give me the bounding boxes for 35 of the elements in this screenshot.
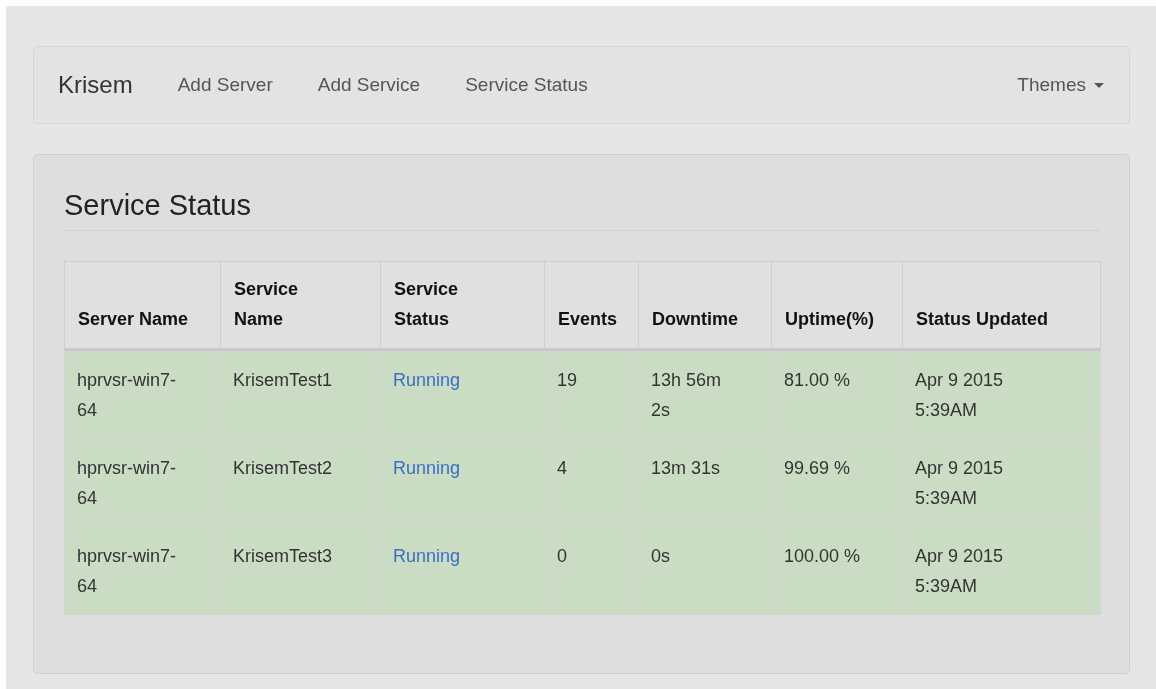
events-cell: 19 [544, 349, 639, 439]
server-name-cell: hprvsr-win7-64 [64, 526, 221, 615]
column-header: Service Status [380, 261, 545, 350]
service-name-cell: KrisemTest3 [220, 526, 381, 615]
column-header: Server Name [64, 261, 221, 350]
status-link[interactable]: Running [393, 458, 461, 478]
server-name-cell: hprvsr-win7-64 [64, 349, 221, 439]
uptime-cell: 99.69 % [771, 438, 903, 527]
downtime-cell: 13h 56m 2s [638, 349, 772, 439]
uptime-cell: 100.00 % [771, 526, 903, 615]
column-header: Events [544, 261, 639, 350]
service-name-cell: KrisemTest1 [220, 349, 381, 439]
service-name-cell: KrisemTest2 [220, 438, 381, 527]
column-header: Service Name [220, 261, 381, 350]
events-cell: 0 [544, 526, 639, 615]
nav-link[interactable]: Add Server [177, 74, 273, 96]
nav-link[interactable]: Service Status [465, 74, 588, 96]
caret-icon [1094, 82, 1104, 88]
status-updated-cell: Apr 9 2015 5:39AM [902, 526, 1101, 615]
status-updated-cell: Apr 9 2015 5:39AM [902, 438, 1101, 527]
status-link[interactable]: Running [393, 370, 461, 390]
column-header: Downtime [638, 261, 772, 350]
panel-title: Service Status [64, 189, 1099, 231]
themes-dropdown[interactable]: Themes [1017, 74, 1104, 96]
events-cell: 4 [544, 438, 639, 527]
downtime-cell: 13m 31s [638, 438, 772, 527]
status-updated-cell: Apr 9 2015 5:39AM [902, 349, 1101, 439]
downtime-cell: 0s [638, 526, 772, 615]
server-name-cell: hprvsr-win7-64 [64, 438, 221, 527]
nav-link[interactable]: Add Service [317, 74, 421, 96]
column-header: Status Updated [902, 261, 1101, 350]
uptime-cell: 81.00 % [771, 349, 903, 439]
status-link[interactable]: Running [393, 546, 461, 566]
column-header: Uptime(%) [771, 261, 903, 350]
brand[interactable]: Krisem [58, 71, 133, 99]
